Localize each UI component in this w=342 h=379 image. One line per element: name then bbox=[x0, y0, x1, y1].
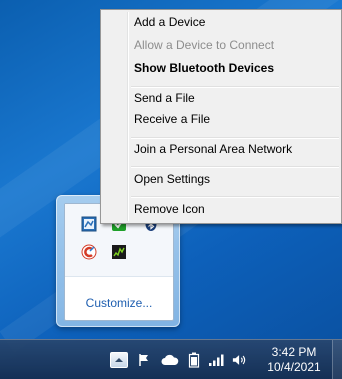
menu-icon-gutter bbox=[127, 12, 129, 221]
menu-item-join-pan[interactable]: Join a Personal Area Network bbox=[134, 139, 292, 159]
menu-separator bbox=[131, 166, 339, 168]
taskbar-clock[interactable]: 3:42 PM 10/4/2021 bbox=[262, 345, 326, 375]
clock-date: 10/4/2021 bbox=[267, 360, 321, 374]
menu-item-receive-file[interactable]: Receive a File bbox=[134, 109, 210, 129]
network-signal-icon[interactable] bbox=[208, 352, 224, 368]
network-monitor-icon[interactable] bbox=[81, 216, 97, 232]
menu-item-send-file[interactable]: Send a File bbox=[134, 88, 195, 108]
ccleaner-icon[interactable] bbox=[81, 244, 97, 260]
battery-icon[interactable] bbox=[186, 352, 202, 368]
menu-separator bbox=[131, 196, 339, 198]
desktop: Customize... Add a Device Allow a Device… bbox=[0, 0, 342, 379]
menu-item-remove-icon[interactable]: Remove Icon bbox=[134, 199, 205, 219]
clock-time: 3:42 PM bbox=[271, 345, 317, 359]
customize-link[interactable]: Customize... bbox=[65, 296, 173, 310]
onedrive-cloud-icon[interactable] bbox=[160, 352, 180, 368]
action-center-flag-icon[interactable] bbox=[136, 352, 152, 368]
menu-item-open-settings[interactable]: Open Settings bbox=[134, 169, 210, 189]
volume-icon[interactable] bbox=[232, 352, 248, 368]
show-hidden-icons-button[interactable] bbox=[110, 352, 128, 368]
menu-item-allow-device-to-connect: Allow a Device to Connect bbox=[134, 38, 275, 52]
gpu-monitor-icon[interactable] bbox=[111, 244, 127, 260]
menu-item-show-bluetooth-devices[interactable]: Show Bluetooth Devices bbox=[134, 58, 274, 78]
bluetooth-context-menu: Add a Device Allow a Device to Connect S… bbox=[100, 9, 342, 224]
show-desktop-button[interactable] bbox=[332, 340, 342, 379]
overflow-divider bbox=[65, 276, 173, 277]
chevron-up-icon bbox=[115, 358, 123, 362]
taskbar: 3:42 PM 10/4/2021 bbox=[0, 339, 342, 379]
menu-item-add-device[interactable]: Add a Device bbox=[134, 12, 205, 32]
